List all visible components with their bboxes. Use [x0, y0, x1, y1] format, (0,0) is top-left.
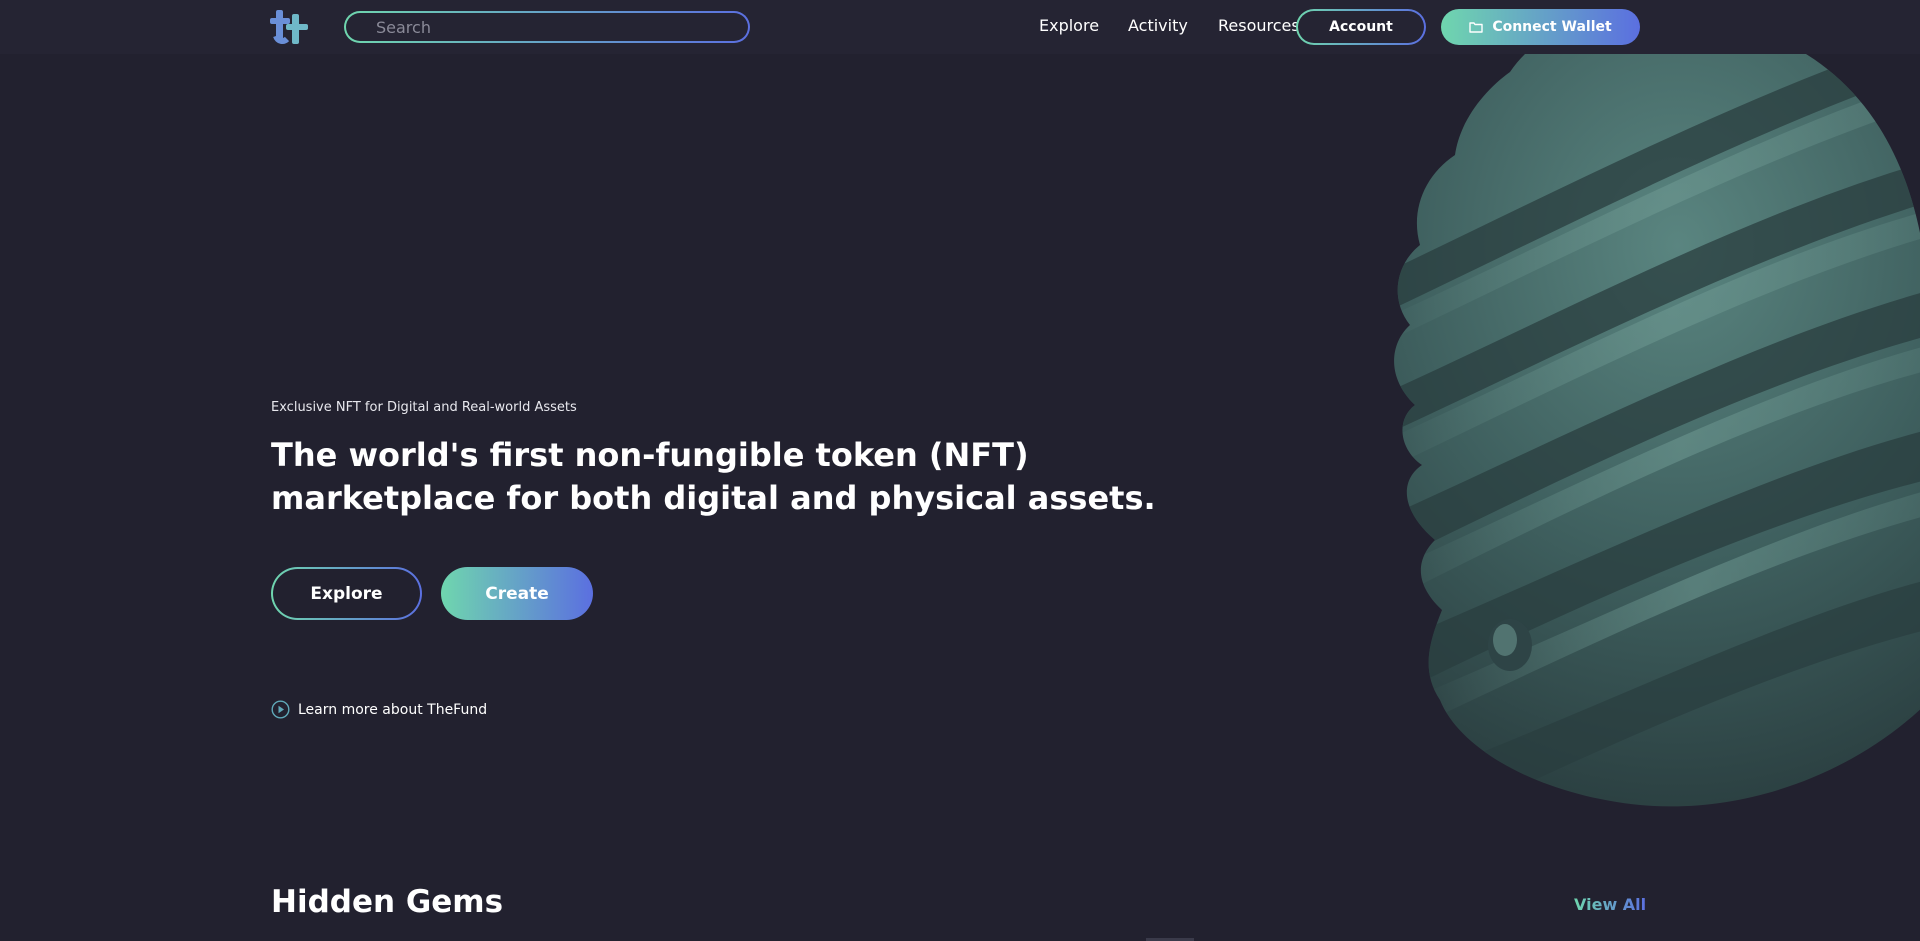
account-button-label: Account — [1298, 11, 1424, 43]
page: Explore Activity Resources Account Conne… — [0, 0, 1920, 941]
view-all-link[interactable]: View All — [1574, 895, 1646, 914]
account-button[interactable]: Account — [1296, 9, 1426, 45]
nav-activity[interactable]: Activity — [1128, 16, 1188, 35]
hero-create-label: Create — [485, 583, 549, 604]
hero-create-button[interactable]: Create — [441, 567, 593, 620]
learn-more-link[interactable]: Learn more about TheFund — [271, 700, 487, 719]
hero-eyebrow: Exclusive NFT for Digital and Real-world… — [271, 400, 577, 415]
hidden-gems-title: Hidden Gems — [271, 884, 504, 920]
hero-explore-label: Explore — [273, 569, 420, 618]
nav-resources[interactable]: Resources — [1218, 16, 1300, 35]
search-input[interactable] — [346, 13, 748, 41]
learn-more-label: Learn more about TheFund — [298, 701, 488, 718]
twisted-sphere-image — [1394, 13, 1920, 807]
hero-explore-button[interactable]: Explore — [271, 567, 422, 620]
top-nav-bar: Explore Activity Resources Account Conne… — [0, 0, 1920, 54]
thefund-logo-icon[interactable] — [270, 6, 314, 46]
connect-wallet-label: Connect Wallet — [1492, 19, 1612, 35]
wallet-icon — [1469, 22, 1484, 33]
play-circle-icon — [271, 700, 290, 719]
nav-explore[interactable]: Explore — [1039, 16, 1099, 35]
connect-wallet-button[interactable]: Connect Wallet — [1441, 9, 1640, 45]
hero-title: The world's first non-fungible token (NF… — [271, 436, 1156, 517]
search-box — [344, 11, 750, 43]
